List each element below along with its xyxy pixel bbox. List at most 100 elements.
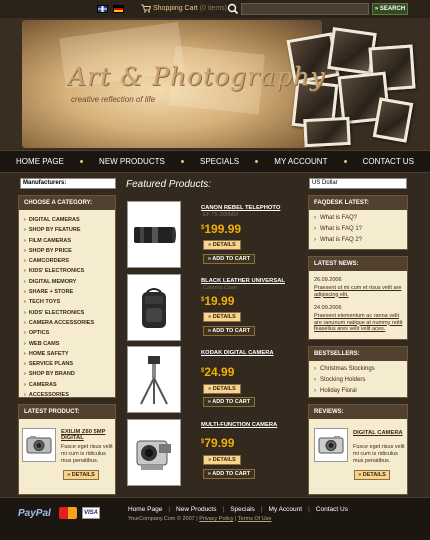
english-flag-icon[interactable]	[97, 5, 108, 13]
product-details-button[interactable]: » DETAILS	[203, 384, 241, 394]
category-item[interactable]: KIDS' ELECTRONICS	[24, 266, 111, 276]
faq-item[interactable]: What is FAQ 1?	[314, 224, 407, 235]
footer-separator: |	[260, 506, 263, 513]
add-to-cart-button[interactable]: » ADD TO CART	[203, 469, 255, 479]
cart-icon	[141, 4, 151, 13]
news-link[interactable]: Praesent elementum ac ranna velit are ra…	[314, 313, 406, 333]
product-name[interactable]: BLACK LEATHER UNIVERSAL	[201, 278, 285, 284]
product-image[interactable]	[127, 419, 181, 486]
news-box: LATEST NEWS: 26.09.2006 Praesent ut mi c…	[308, 256, 408, 340]
paypal-logo: PayPal	[18, 508, 51, 519]
category-item[interactable]: ACCESSORIES	[24, 390, 111, 400]
nav-contact-us[interactable]: CONTACT US	[363, 157, 414, 166]
news-link[interactable]: Praesent ut mi cum et risus velit are ad…	[314, 285, 406, 298]
search-input[interactable]	[241, 3, 369, 15]
nav-new-products[interactable]: NEW PRODUCTS	[99, 157, 165, 166]
main-navigation: HOME PAGE NEW PRODUCTS SPECIALS MY ACCOU…	[0, 150, 430, 173]
product-details-button[interactable]: » DETAILS	[203, 312, 241, 322]
footer-links: Home Page | New Products | Specials | My Ac…	[128, 506, 348, 513]
category-item[interactable]: KIDS' ELECTRONICS	[24, 308, 111, 318]
product-name[interactable]: MULTI-FUNCTION CAMERA	[201, 422, 277, 428]
tripod-icon	[140, 355, 168, 404]
footer-link-my-account[interactable]: My Account	[268, 506, 302, 513]
review-product-image[interactable]	[314, 428, 348, 462]
category-item[interactable]: SHOP BY BRAND	[24, 369, 111, 379]
news-date: 26.09.2006	[314, 277, 342, 283]
latest-product-details-button[interactable]: » DETAILS	[63, 470, 99, 480]
product-name[interactable]: CANON REBEL TELEPHOTO	[201, 205, 280, 211]
product-image[interactable]	[127, 201, 181, 268]
add-to-cart-button[interactable]: » ADD TO CART	[203, 254, 255, 264]
add-to-cart-button[interactable]: » ADD TO CART	[203, 326, 255, 336]
cart-count: (0 items)	[199, 5, 227, 12]
copyright: YourCompany.Com © 2007 | Privacy Policy …	[128, 516, 272, 522]
faq-box: FAQDESK LATEST: What is FAQ? What is FAQ…	[308, 195, 408, 250]
faq-item[interactable]: What is FAQ 2?	[314, 235, 407, 246]
terms-of-use-link[interactable]: Terms Of Use	[238, 516, 272, 522]
category-item[interactable]: FILM CAMERAS	[24, 236, 111, 246]
privacy-policy-link[interactable]: Privacy Policy	[199, 516, 233, 522]
category-item[interactable]: OPTICS	[24, 328, 111, 338]
category-item[interactable]: CAMERAS	[24, 380, 111, 390]
vintage-photo	[303, 116, 351, 148]
product-image[interactable]	[127, 346, 181, 413]
review-details-button[interactable]: » DETAILS	[354, 470, 390, 480]
category-list: DIGITAL CAMERAS SHOP BY FEATURE FILM CAM…	[19, 210, 115, 400]
latest-product-image[interactable]	[22, 428, 56, 462]
category-item[interactable]: CAMERA ACCESSORIES	[24, 318, 111, 328]
telephoto-lens-icon	[134, 226, 176, 243]
footer-separator: |	[168, 506, 171, 513]
currency-select[interactable]: US Dollar	[309, 178, 407, 189]
featured-products-title: Featured Products:	[126, 179, 212, 190]
category-item[interactable]: CAMCORDERS	[24, 256, 111, 266]
copyright-text: YourCompany.Com © 2007 |	[128, 516, 198, 522]
nav-separator	[343, 160, 347, 163]
latest-product-description: Fusce eget risus velit mi cum is ridicul…	[61, 444, 113, 464]
product-name[interactable]: KODAK DIGITAL CAMERA	[201, 350, 274, 356]
bestsellers-heading: BESTSELLERS:	[309, 347, 407, 361]
footer-separator: |	[222, 506, 225, 513]
footer-link-specials[interactable]: Specials	[230, 506, 255, 513]
category-item[interactable]: TECH TOYS	[24, 297, 111, 307]
manufacturers-select[interactable]: Manufacturers:	[20, 178, 116, 189]
nav-separator	[79, 160, 83, 163]
nav-specials[interactable]: SPECIALS	[200, 157, 239, 166]
nav-my-account[interactable]: MY ACCOUNT	[274, 157, 327, 166]
category-item[interactable]: DIGITAL MEMORY	[24, 277, 111, 287]
category-item[interactable]: DIGITAL CAMERAS	[24, 215, 111, 225]
nav-home[interactable]: HOME PAGE	[16, 157, 64, 166]
nav-separator	[180, 160, 184, 163]
shopping-cart-link[interactable]: Shopping Cart (0 items)	[141, 4, 227, 13]
footer-link-contact-us[interactable]: Contact Us	[316, 506, 348, 513]
category-item[interactable]: SERVICE PLANS	[24, 359, 111, 369]
product-price: $79.99	[201, 436, 235, 450]
reviews-heading: REVIEWS:	[309, 405, 407, 419]
logo-title[interactable]: Art & Photography	[68, 62, 325, 91]
product-details-button[interactable]: » DETAILS	[203, 455, 241, 465]
bestseller-item[interactable]: Holiday Floral	[314, 386, 407, 397]
category-item[interactable]: WEB CAMS	[24, 339, 111, 349]
latest-product-heading: LATEST PRODUCT:	[19, 405, 115, 419]
german-flag-icon[interactable]	[113, 5, 124, 13]
category-item[interactable]: SHOP BY FEATURE	[24, 225, 111, 235]
category-item[interactable]: SHOP BY PRICE	[24, 246, 111, 256]
category-item[interactable]: SHARE + STORE	[24, 287, 111, 297]
footer-link-new-products[interactable]: New Products	[176, 506, 216, 513]
category-item[interactable]: HOME SAFETY	[24, 349, 111, 359]
product-image[interactable]	[127, 274, 181, 341]
review-product-title[interactable]: DIGITAL CAMERA	[353, 430, 405, 436]
faq-heading: FAQDESK LATEST:	[309, 196, 407, 210]
product-subtitle: EF 75-300MM	[203, 212, 238, 218]
faq-list: What is FAQ? What is FAQ 1? What is FAQ …	[309, 210, 407, 246]
product-details-button[interactable]: » DETAILS	[203, 240, 241, 250]
bestseller-item[interactable]: Christmas Stockings	[314, 364, 407, 375]
footer-link-home[interactable]: Home Page	[128, 506, 162, 513]
faq-item[interactable]: What is FAQ?	[314, 213, 407, 224]
add-to-cart-button[interactable]: » ADD TO CART	[203, 397, 255, 407]
camcorder-icon	[136, 440, 171, 470]
product-price: $199.99	[201, 222, 242, 236]
vintage-photo	[372, 97, 414, 143]
bestseller-item[interactable]: Stocking Holders	[314, 375, 407, 386]
search-button[interactable]: » SEARCH	[372, 3, 408, 15]
latest-product-title[interactable]: EXILIM Z60 5MP DIGITAL	[61, 429, 114, 441]
